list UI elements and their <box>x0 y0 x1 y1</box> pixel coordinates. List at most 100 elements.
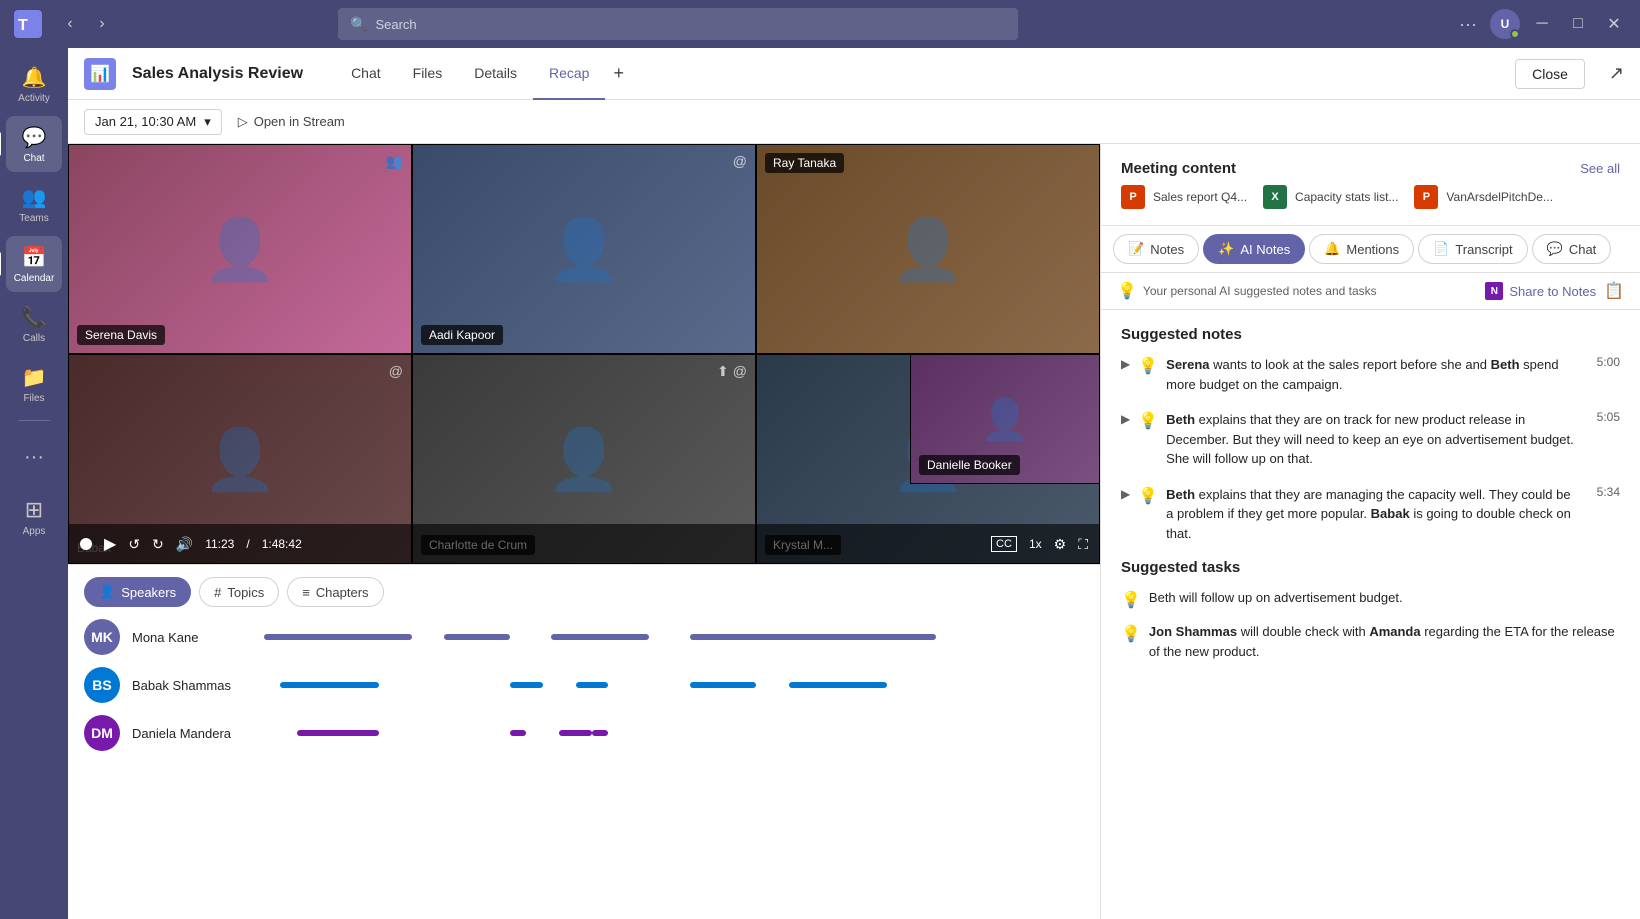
tab-ai-notes[interactable]: ✨ AI Notes <box>1203 234 1305 264</box>
search-icon: 🔍 <box>350 16 367 33</box>
cc-button[interactable]: CC <box>991 536 1017 552</box>
user-avatar[interactable]: U <box>1490 9 1520 39</box>
nav-buttons: ‹ › <box>56 10 116 38</box>
tab-mentions[interactable]: 🔔 Mentions <box>1309 234 1414 264</box>
rewind-button[interactable]: ↺ <box>128 536 140 553</box>
ai-notes-desc-text: Your personal AI suggested notes and tas… <box>1143 284 1377 298</box>
sidebar-item-more[interactable]: ··· <box>6 429 62 485</box>
add-tab-button[interactable]: + <box>605 48 632 100</box>
video-icons-aadi: @ <box>733 153 747 169</box>
tab-details[interactable]: Details <box>458 48 533 100</box>
sidebar-label-activity: Activity <box>18 93 50 104</box>
timeline-segment <box>297 730 379 736</box>
sidebar-label-apps: Apps <box>23 526 46 537</box>
ai-notes-desc: 💡 Your personal AI suggested notes and t… <box>1117 281 1477 301</box>
user-status-indicator <box>1510 29 1520 39</box>
sidebar-item-files[interactable]: 📁 Files <box>6 356 62 412</box>
more-options-button[interactable]: ··· <box>1454 10 1482 38</box>
timeline-segment <box>690 634 936 640</box>
tab-transcript[interactable]: 📄 Transcript <box>1418 234 1528 264</box>
tab-chat[interactable]: Chat <box>335 48 397 100</box>
file-capacity-stats[interactable]: X Capacity stats list... <box>1263 185 1398 209</box>
mentions-tab-icon: 🔔 <box>1324 241 1340 257</box>
sidebar-item-teams[interactable]: 👥 Teams <box>6 176 62 232</box>
timeline-segment <box>789 682 887 688</box>
note-text-1: Serena wants to look at the sales report… <box>1166 355 1580 394</box>
avatar-daniela: DM <box>84 715 120 751</box>
date-selector[interactable]: Jan 21, 10:30 AM ▾ <box>84 109 222 135</box>
time-separator: / <box>246 537 249 551</box>
note-text-3: Beth explains that they are managing the… <box>1166 485 1580 544</box>
task-icon-1: 💡 <box>1121 590 1141 610</box>
tab-speakers[interactable]: 👤 Speakers <box>84 577 191 607</box>
tab-chapters[interactable]: ≡ Chapters <box>287 577 383 607</box>
copy-button[interactable]: 📋 <box>1604 281 1624 301</box>
ai-notes-tab-icon: ✨ <box>1218 241 1234 257</box>
video-grid-container: 👤 Serena Davis 👥 👤 Aadi Kapoor @ <box>68 144 1100 564</box>
close-meeting-button[interactable]: Close <box>1515 59 1585 89</box>
sidebar-item-apps[interactable]: ⊞ Apps <box>6 489 62 545</box>
video-icons-charlotte: ⬆ @ <box>717 363 747 380</box>
sidebar-item-calendar[interactable]: 📅 Calendar <box>6 236 62 292</box>
file-name-sales: Sales report Q4... <box>1153 190 1247 204</box>
search-input[interactable] <box>375 17 1006 32</box>
forward-button[interactable]: › <box>88 10 116 38</box>
file-icon-ppt-2: P <box>1414 185 1438 209</box>
video-icons-serena: 👥 <box>386 153 403 170</box>
back-button[interactable]: ‹ <box>56 10 84 38</box>
expand-icon-2[interactable]: ▶ <box>1121 412 1130 426</box>
meeting-content-title: Meeting content <box>1121 160 1236 177</box>
play-button[interactable]: ▶ <box>104 534 116 554</box>
forward-button[interactable]: ↻ <box>152 536 164 553</box>
sidebar-item-calls[interactable]: 📞 Calls <box>6 296 62 352</box>
volume-button[interactable]: 🔊 <box>176 536 193 553</box>
calls-icon: 📞 <box>22 305 47 330</box>
note-item-1: ▶ 💡 Serena wants to look at the sales re… <box>1121 355 1620 394</box>
share-icon-button[interactable]: ↗ <box>1609 63 1624 84</box>
tab-panel-chat[interactable]: 💬 Chat <box>1532 234 1612 264</box>
minimize-button[interactable]: ─ <box>1528 10 1556 38</box>
sidebar-item-activity[interactable]: 🔔 Activity <box>6 56 62 112</box>
note-item-2: ▶ 💡 Beth explains that they are on track… <box>1121 410 1620 469</box>
tab-files[interactable]: Files <box>397 48 459 100</box>
speaker-name-mona: Mona Kane <box>132 630 252 645</box>
file-sales-report[interactable]: P Sales report Q4... <box>1121 185 1247 209</box>
tab-notes[interactable]: 📝 Notes <box>1113 234 1199 264</box>
expand-icon-3[interactable]: ▶ <box>1121 487 1130 501</box>
search-bar[interactable]: 🔍 <box>338 8 1018 40</box>
tab-recap[interactable]: Recap <box>533 48 605 100</box>
speaker-name-babak: Babak Shammas <box>132 678 252 693</box>
speed-button[interactable]: 1x <box>1029 537 1042 551</box>
notes-tab-icon: 📝 <box>1128 241 1144 257</box>
video-section: 👤 Serena Davis 👥 👤 Aadi Kapoor @ <box>68 144 1100 919</box>
fullscreen-button[interactable]: ⛶ <box>1078 536 1088 553</box>
settings-button[interactable]: ⚙ <box>1054 536 1067 553</box>
file-vanarstel-pitch[interactable]: P VanArsdelPitchDe... <box>1414 185 1553 209</box>
name-tag-aadi: Aadi Kapoor <box>421 325 503 345</box>
transcript-tab-label: Transcript <box>1455 242 1512 257</box>
app-container: 🔔 Activity 💬 Chat 👥 Teams 📅 Calendar 📞 C… <box>0 48 1640 919</box>
chapters-label: Chapters <box>316 585 369 600</box>
note-time-1: 5:00 <box>1597 355 1620 369</box>
sidebar-label-teams: Teams <box>19 213 48 224</box>
sidebar-item-chat[interactable]: 💬 Chat <box>6 116 62 172</box>
see-all-link[interactable]: See all <box>1580 161 1620 176</box>
maximize-button[interactable]: □ <box>1564 10 1592 38</box>
tab-topics[interactable]: # Topics <box>199 577 279 607</box>
close-window-button[interactable]: ✕ <box>1600 10 1628 38</box>
task-icon-2: 💡 <box>1121 624 1141 644</box>
sidebar-label-calls: Calls <box>23 333 45 344</box>
user-group-icon: 👥 <box>386 153 403 170</box>
file-name-vanarstel: VanArsdelPitchDe... <box>1446 190 1553 204</box>
transcript-tab-icon: 📄 <box>1433 241 1449 257</box>
share-to-notes-button[interactable]: N Share to Notes <box>1485 282 1596 300</box>
chat-tab-icon: 💬 <box>1547 241 1563 257</box>
open-stream-button[interactable]: ▷ Open in Stream <box>238 114 345 130</box>
expand-icon-1[interactable]: ▶ <box>1121 357 1130 371</box>
video-cell-ray: 👤 Ray Tanaka <box>756 144 1100 354</box>
bulb-icon-1: 💡 <box>1138 356 1158 376</box>
person-silhouette-serena: 👤 <box>69 145 411 353</box>
avatar-mona: MK <box>84 619 120 655</box>
video-cell-danielle: 👤 Danielle Booker <box>910 354 1100 484</box>
ai-notes-bar: 💡 Your personal AI suggested notes and t… <box>1101 273 1640 310</box>
